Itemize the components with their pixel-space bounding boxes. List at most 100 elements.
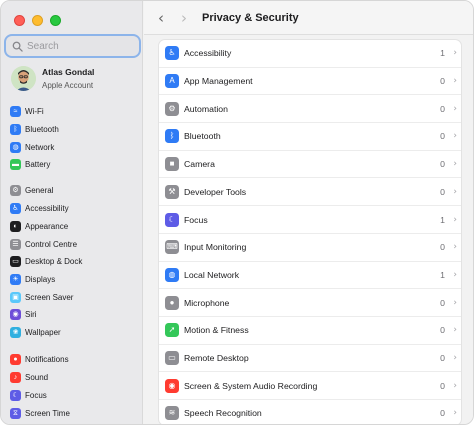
back-button[interactable]: ‹ bbox=[158, 9, 164, 27]
privacy-row-automation[interactable]: ⚙ Automation 0 › bbox=[159, 95, 461, 124]
privacy-row-count: 0 bbox=[440, 297, 445, 308]
sound-icon: ♪ bbox=[10, 371, 21, 383]
chevron-right-icon: › bbox=[453, 380, 457, 391]
sidebar-item-label: Accessibility bbox=[25, 203, 69, 213]
search-input[interactable] bbox=[27, 40, 127, 52]
privacy-row-developer-tools[interactable]: ⚒ Developer Tools 0 › bbox=[159, 179, 461, 207]
accessibility-icon: ♿ bbox=[165, 46, 179, 61]
privacy-row-screen-system-audio-recording[interactable]: ◉ Screen & System Audio Recording 0 › bbox=[159, 372, 461, 401]
sidebar-item-siri[interactable]: ◉ Siri bbox=[10, 306, 37, 322]
accessibility-icon: ♿ bbox=[10, 202, 21, 214]
zoom-window-button[interactable] bbox=[50, 15, 61, 26]
sidebar-item-control-centre[interactable]: ☰ Control Centre bbox=[10, 236, 77, 252]
sidebar-item-appearance[interactable]: ◐ Appearance bbox=[10, 218, 68, 234]
privacy-row-count: 0 bbox=[440, 131, 445, 142]
sidebar-item-desktop-dock[interactable]: ▭ Desktop & Dock bbox=[10, 253, 82, 269]
sidebar-item-wi-fi[interactable]: ≈ Wi-Fi bbox=[10, 103, 44, 119]
sidebar-item-wallpaper[interactable]: ❀ Wallpaper bbox=[10, 324, 61, 340]
privacy-row-label: Screen & System Audio Recording bbox=[184, 380, 318, 391]
displays-icon: ☀ bbox=[10, 273, 21, 285]
privacy-row-count: 0 bbox=[440, 186, 445, 197]
sidebar-item-displays[interactable]: ☀ Displays bbox=[10, 271, 55, 287]
sidebar-item-accessibility[interactable]: ♿ Accessibility bbox=[10, 200, 69, 216]
privacy-row-speech-recognition[interactable]: ≋ Speech Recognition 0 › bbox=[159, 400, 461, 424]
privacy-row-label: Accessibility bbox=[184, 48, 232, 59]
wifi-icon: ≈ bbox=[10, 105, 21, 117]
chevron-right-icon: › bbox=[453, 214, 457, 225]
sidebar-item-label: General bbox=[25, 185, 54, 195]
privacy-row-count: 0 bbox=[440, 353, 445, 364]
privacy-row-label: Bluetooth bbox=[184, 131, 221, 142]
chevron-right-icon: › bbox=[453, 408, 457, 419]
privacy-row-label: Camera bbox=[184, 159, 215, 170]
sidebar-item-notifications[interactable]: ● Notifications bbox=[10, 351, 69, 367]
sidebar-item-label: Screen Time bbox=[25, 408, 70, 418]
privacy-list: ♿ Accessibility 1 › A App Management 0 › ⚙ Automa… bbox=[158, 39, 462, 424]
privacy-row-label: Developer Tools bbox=[184, 186, 247, 197]
sidebar-item-label: Wi-Fi bbox=[25, 106, 44, 116]
sidebar-item-screen-time[interactable]: ⧖ Screen Time bbox=[10, 405, 70, 421]
sidebar-item-label: Control Centre bbox=[25, 239, 78, 249]
privacy-row-count: 0 bbox=[440, 76, 445, 87]
minimize-window-button[interactable] bbox=[32, 15, 43, 26]
privacy-row-bluetooth[interactable]: ᛒ Bluetooth 0 › bbox=[159, 123, 461, 151]
sidebar-item-bluetooth[interactable]: ᛒ Bluetooth bbox=[10, 121, 59, 137]
sidebar-item-label: Wallpaper bbox=[25, 327, 61, 337]
privacy-row-label: Input Monitoring bbox=[184, 242, 247, 253]
sidebar-item-label: Focus bbox=[25, 390, 47, 400]
privacy-row-remote-desktop[interactable]: ▭ Remote Desktop 0 › bbox=[159, 345, 461, 373]
privacy-row-label: Motion & Fitness bbox=[184, 325, 249, 336]
account-name: Atlas Gondal bbox=[42, 66, 95, 77]
privacy-row-local-network[interactable]: ◍ Local Network 1 › bbox=[159, 262, 461, 290]
sidebar-item-label: Sound bbox=[25, 372, 49, 382]
privacy-row-focus[interactable]: ☾ Focus 1 › bbox=[159, 206, 461, 234]
chevron-right-icon: › bbox=[453, 242, 457, 253]
battery-icon: ▬ bbox=[10, 158, 21, 170]
privacy-row-count: 0 bbox=[440, 325, 445, 336]
privacy-row-camera[interactable]: ■ Camera 0 › bbox=[159, 151, 461, 179]
sidebar: Atlas Gondal Apple Account ≈ Wi-Fi ᛒ Blueto… bbox=[1, 1, 143, 424]
input-monitoring-icon: ⌨ bbox=[165, 240, 179, 255]
chevron-right-icon: › bbox=[453, 103, 457, 114]
chevron-right-icon: › bbox=[453, 353, 457, 364]
privacy-row-app-management[interactable]: A App Management 0 › bbox=[159, 68, 461, 96]
privacy-row-label: Microphone bbox=[184, 297, 230, 308]
privacy-row-microphone[interactable]: ● Microphone 0 › bbox=[159, 289, 461, 317]
sidebar-item-general[interactable]: ⚙ General bbox=[10, 182, 53, 198]
sidebar-item-label: Battery bbox=[25, 159, 51, 169]
privacy-row-accessibility[interactable]: ♿ Accessibility 1 › bbox=[159, 40, 461, 68]
sidebar-item-battery[interactable]: ▬ Battery bbox=[10, 156, 50, 172]
privacy-row-label: Remote Desktop bbox=[184, 353, 249, 364]
sidebar-item-label: Screen Saver bbox=[25, 292, 74, 302]
sidebar-item-network[interactable]: ◍ Network bbox=[10, 139, 54, 155]
sidebar-item-focus[interactable]: ☾ Focus bbox=[10, 387, 47, 403]
sidebar-item-screen-saver[interactable]: ▣ Screen Saver bbox=[10, 289, 73, 305]
chevron-right-icon: › bbox=[453, 131, 457, 142]
focus-icon: ☾ bbox=[10, 389, 21, 401]
notifications-icon: ● bbox=[10, 353, 21, 365]
focus-icon: ☾ bbox=[165, 212, 179, 227]
privacy-row-motion-fitness[interactable]: ➚ Motion & Fitness 0 › bbox=[159, 317, 461, 345]
chevron-right-icon: › bbox=[453, 159, 457, 170]
search-field[interactable] bbox=[6, 36, 139, 56]
sidebar-item-label: Displays bbox=[25, 274, 56, 284]
privacy-row-count: 0 bbox=[440, 242, 445, 253]
control-centre-icon: ☰ bbox=[10, 238, 21, 250]
avatar bbox=[11, 65, 36, 91]
sidebar-item-label: Bluetooth bbox=[25, 124, 59, 134]
sidebar-item-sound[interactable]: ♪ Sound bbox=[10, 369, 48, 385]
apple-account[interactable]: Atlas Gondal Apple Account bbox=[11, 64, 136, 92]
close-window-button[interactable] bbox=[14, 15, 25, 26]
bluetooth-icon: ᛒ bbox=[10, 123, 21, 135]
main-pane: ‹ › Privacy & Security ♿ Accessibility 1 › A… bbox=[144, 1, 473, 424]
privacy-row-input-monitoring[interactable]: ⌨ Input Monitoring 0 › bbox=[159, 234, 461, 262]
chevron-right-icon: › bbox=[453, 76, 457, 87]
privacy-row-count: 1 bbox=[440, 214, 445, 225]
chevron-right-icon: › bbox=[453, 186, 457, 197]
forward-button[interactable]: › bbox=[181, 9, 187, 27]
developer-tools-icon: ⚒ bbox=[165, 184, 179, 199]
bluetooth-icon: ᛒ bbox=[165, 129, 179, 144]
chevron-right-icon: › bbox=[453, 48, 457, 59]
screen-saver-icon: ▣ bbox=[10, 291, 21, 303]
chevron-right-icon: › bbox=[453, 297, 457, 308]
